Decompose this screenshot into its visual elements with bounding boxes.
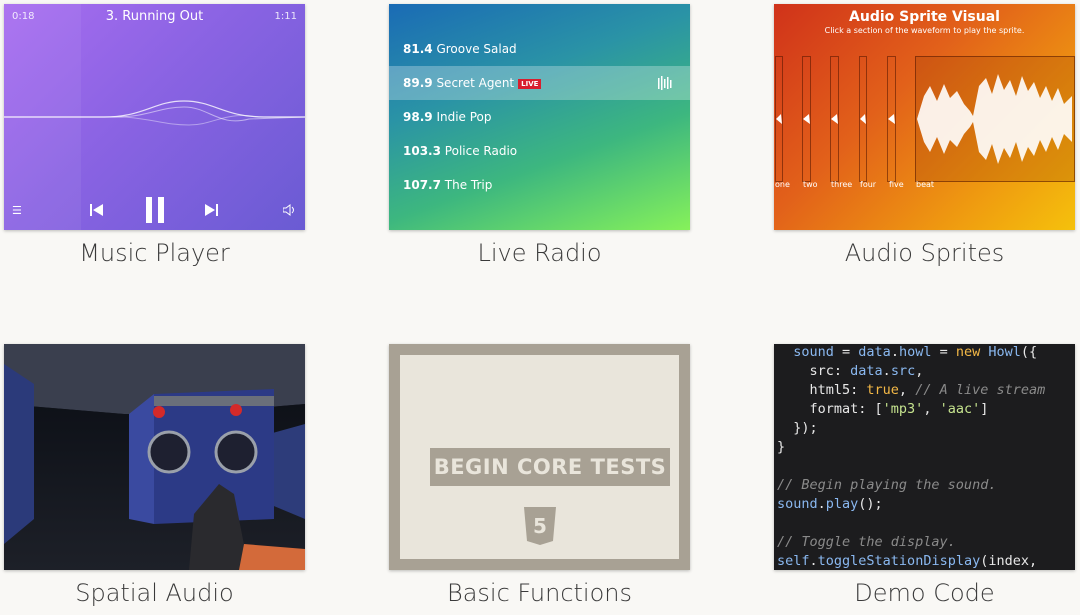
volume-icon[interactable] <box>283 204 297 216</box>
demo-code-card[interactable]: sound = data.howl = new Howl({ src: data… <box>774 344 1075 570</box>
track-duration: 1:11 <box>274 11 297 22</box>
sprite-waveform <box>776 74 1072 164</box>
sprite-subtitle: Click a section of the waveform to play … <box>824 26 1025 35</box>
waveform-visual <box>4 100 305 126</box>
html5-badge-text: 5 <box>533 514 547 538</box>
spatial-audio-card[interactable] <box>4 344 305 570</box>
station-item[interactable]: 98.9 Indie Pop <box>389 100 690 134</box>
station-item-selected[interactable]: 89.9 Secret Agent LIVE <box>389 66 690 100</box>
playlist-icon[interactable]: ☰ <box>12 204 22 217</box>
sprite-label: beat <box>916 180 935 189</box>
code-line: sound = data.howl = new Howl({ <box>777 344 1038 360</box>
music-player-caption[interactable]: Music Player <box>4 239 305 267</box>
track-title: 3. Running Out <box>105 9 204 24</box>
code-line: // Toggle the display. <box>777 534 956 550</box>
next-icon[interactable] <box>205 203 219 217</box>
live-radio-card[interactable]: 81.4 Groove Salad 89.9 Secret Agent LIVE … <box>389 4 690 230</box>
sprite-label: three <box>831 180 853 189</box>
code-line: self.toggleStationDisplay(index, <box>777 553 1038 569</box>
live-radio-caption[interactable]: Live Radio <box>389 239 690 267</box>
code-line: sound.play(); <box>777 496 883 512</box>
sprite-label: four <box>860 180 877 189</box>
sprite-label: two <box>803 180 818 189</box>
sprite-label: one <box>775 180 790 189</box>
audio-sprites-caption[interactable]: Audio Sprites <box>774 239 1075 267</box>
audio-sprites-card[interactable]: Audio Sprite Visual Click a section of t… <box>774 4 1075 230</box>
music-player-card[interactable]: 0:18 3. Running Out 1:11 ☰ <box>4 4 305 230</box>
code-line: format: ['mp3', 'aac'] <box>777 401 989 417</box>
live-badge: LIVE <box>518 79 542 89</box>
basic-functions-card[interactable]: BEGIN CORE TESTS 5 <box>389 344 690 570</box>
code-line: } <box>777 439 786 455</box>
code-line: }); <box>777 420 818 436</box>
begin-core-tests-button[interactable]: BEGIN CORE TESTS <box>430 448 670 486</box>
pause-icon[interactable] <box>145 197 165 223</box>
station-item[interactable]: 81.4 Groove Salad <box>389 32 690 66</box>
html5-icon: 5 <box>524 507 556 545</box>
station-item[interactable]: 103.3 Police Radio <box>389 134 690 168</box>
station-item[interactable]: 107.7 The Trip <box>389 168 690 202</box>
sprite-label: five <box>889 180 904 189</box>
tests-panel: BEGIN CORE TESTS 5 <box>400 355 679 559</box>
spatial-audio-scene <box>4 344 305 570</box>
sprite-title: Audio Sprite Visual <box>849 9 1000 25</box>
previous-icon[interactable] <box>90 203 104 217</box>
live-equalizer-icon <box>658 76 672 90</box>
code-line: // Begin playing the sound. <box>777 477 997 493</box>
spatial-audio-caption[interactable]: Spatial Audio <box>4 579 305 607</box>
code-line: html5: true, // A live stream <box>777 382 1046 398</box>
demo-code-caption[interactable]: Demo Code <box>774 579 1075 607</box>
code-line: src: data.src, <box>777 363 924 379</box>
basic-functions-caption[interactable]: Basic Functions <box>389 579 690 607</box>
